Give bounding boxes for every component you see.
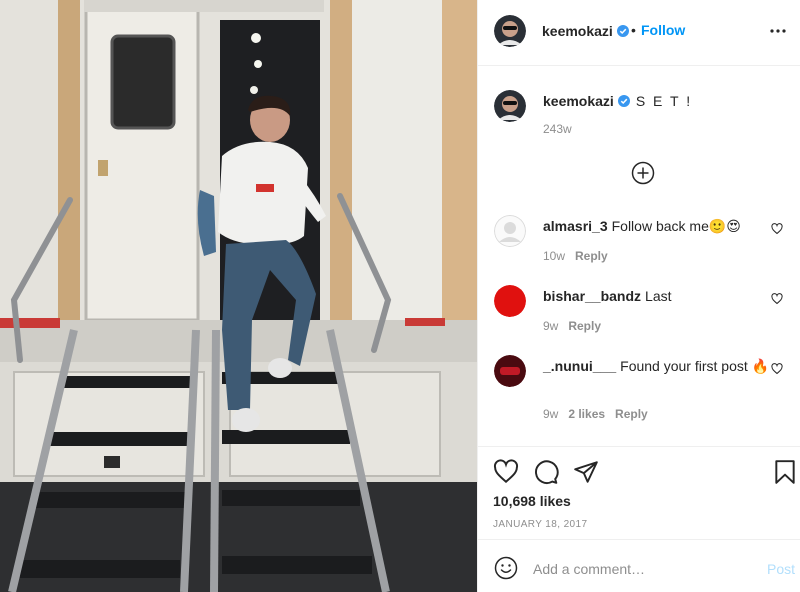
heart-icon[interactable]: [771, 293, 783, 305]
caption-username[interactable]: keemokazi: [543, 93, 614, 109]
comment-age[interactable]: 9w: [543, 407, 558, 421]
comment-meta: 9w 2 likes Reply: [543, 407, 658, 421]
comment-composer: Post: [478, 539, 800, 592]
follow-button[interactable]: Follow: [641, 22, 685, 38]
caption-age[interactable]: 243w: [543, 122, 572, 136]
default-avatar-icon: [494, 215, 526, 247]
author-username[interactable]: keemokazi: [542, 23, 629, 39]
likes-count[interactable]: 10,698 likes: [493, 493, 571, 509]
caption-avatar[interactable]: [494, 90, 526, 122]
verified-badge-icon: [616, 25, 629, 37]
comment-text: _.nunui___ Found your first post 🔥: [543, 357, 773, 375]
post-detail-panel: keemokazi • Follow keemokazi S E T ! 243w: [477, 0, 800, 592]
author-username-text[interactable]: keemokazi: [542, 23, 613, 39]
reply-button[interactable]: Reply: [575, 249, 608, 263]
post-comment-button[interactable]: Post: [767, 561, 795, 577]
author-avatar[interactable]: [494, 15, 526, 47]
comment-username[interactable]: almasri_3: [543, 218, 608, 234]
post-image: [0, 0, 477, 592]
paper-plane-icon[interactable]: [573, 459, 599, 485]
heart-icon[interactable]: [771, 363, 783, 375]
comment-likes[interactable]: 2 likes: [568, 407, 605, 421]
plus-circle-icon[interactable]: [631, 161, 655, 185]
comment-body: Follow back me🙂😍: [611, 218, 741, 234]
comment-body: Found your first post 🔥: [620, 358, 770, 374]
comment-username[interactable]: _.nunui___: [543, 358, 616, 374]
comment-avatar[interactable]: [494, 355, 526, 387]
emoji-icon[interactable]: [494, 556, 518, 580]
comment-bubble-icon[interactable]: [533, 459, 559, 485]
comment-age[interactable]: 10w: [543, 249, 565, 263]
comment-text: almasri_3 Follow back me🙂😍: [543, 217, 773, 235]
comment-avatar-image: [494, 285, 526, 317]
header-separator: •: [631, 22, 636, 38]
verified-badge-icon: [617, 95, 630, 107]
comment-meta: 9w Reply: [543, 319, 611, 333]
comment-avatar[interactable]: [494, 215, 526, 247]
caption-text: S E T !: [635, 93, 693, 109]
heart-icon[interactable]: [493, 459, 519, 485]
comment-input[interactable]: [533, 554, 753, 584]
comment-text: bishar__bandz Last: [543, 287, 773, 305]
post-header: keemokazi • Follow: [478, 0, 800, 66]
comment-meta: 10w Reply: [543, 249, 618, 263]
more-options-icon[interactable]: [769, 22, 787, 40]
comment-username[interactable]: bishar__bandz: [543, 288, 641, 304]
caption-avatar-image: [494, 90, 526, 122]
comment-avatar[interactable]: [494, 285, 526, 317]
comment-age[interactable]: 9w: [543, 319, 558, 333]
caption-line: keemokazi S E T !: [543, 93, 692, 109]
post-photo[interactable]: [0, 0, 477, 592]
heart-icon[interactable]: [771, 223, 783, 235]
reply-button[interactable]: Reply: [615, 407, 648, 421]
bookmark-icon[interactable]: [772, 459, 798, 485]
comment-avatar-image: [494, 355, 526, 387]
comment-body: Last: [645, 288, 672, 304]
post-date[interactable]: JANUARY 18, 2017: [493, 519, 587, 530]
author-avatar-image: [494, 15, 526, 47]
reply-button[interactable]: Reply: [568, 319, 601, 333]
